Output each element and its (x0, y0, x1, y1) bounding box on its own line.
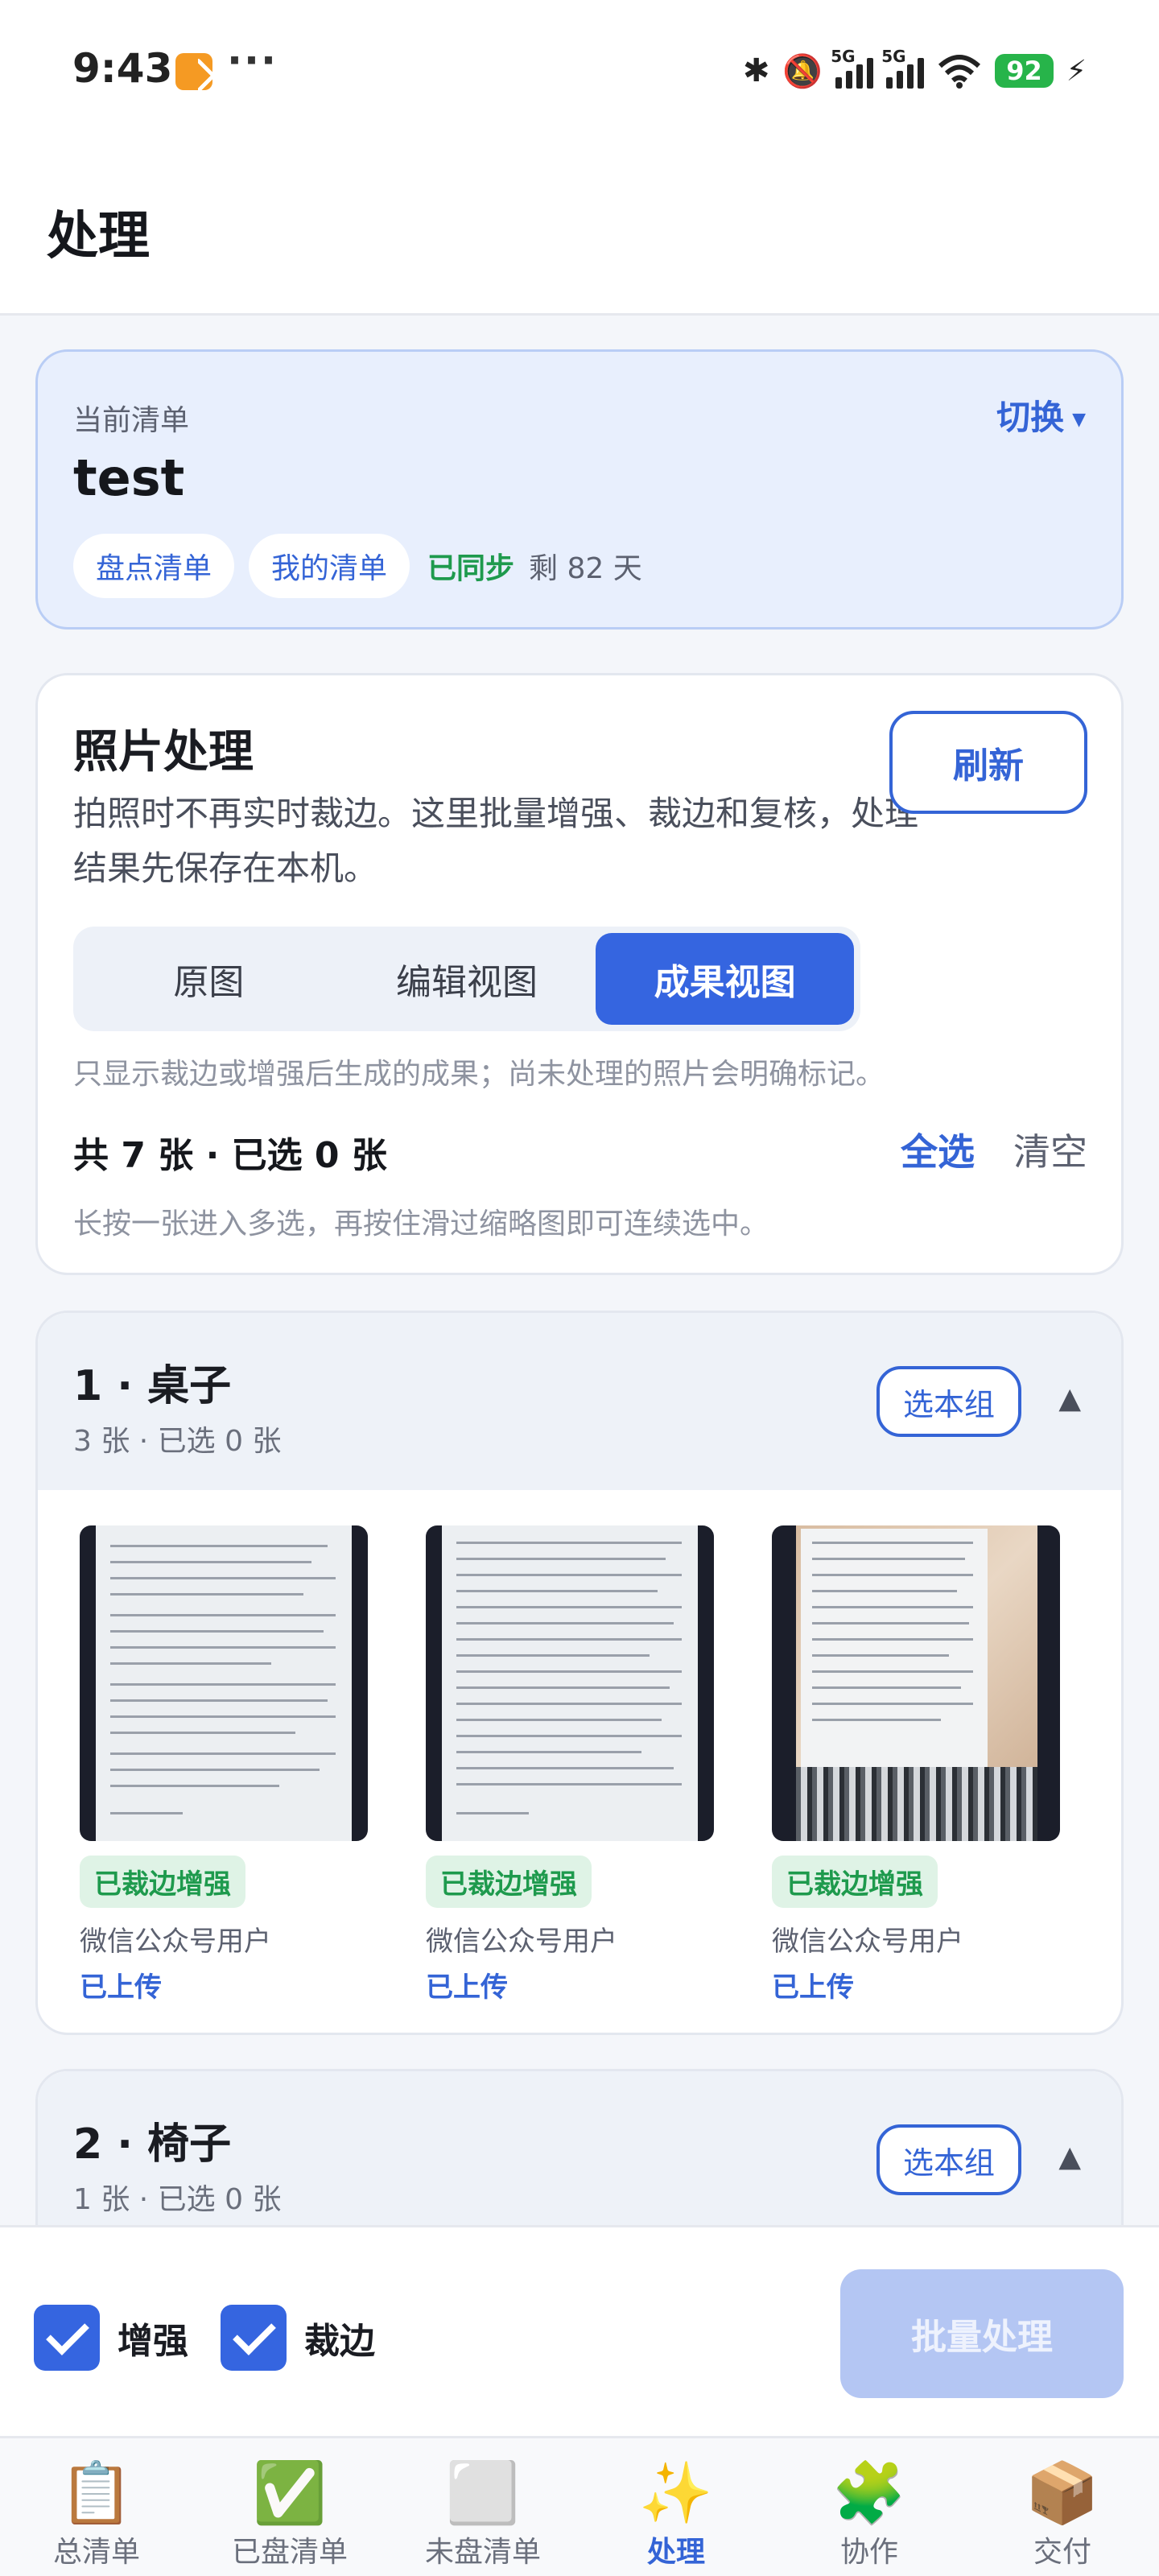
group-header[interactable]: 1 · 桌子 3 张 · 已选 0 张 选本组 ▲ (38, 1313, 1121, 1490)
uploader-name: 微信公众号用户 (426, 1926, 617, 1958)
select-all-button[interactable]: 全选 (901, 1123, 975, 1176)
thumbnail-grid: 已裁边增强 微信公众号用户 已上传 已裁边增强 微信公众号用户 已上传 已裁边增… (80, 1525, 1060, 2004)
status-time: 9:43 (72, 45, 173, 92)
batch-action-bar: 增强 裁边 批量处理 (0, 2225, 1159, 2436)
more-notifications-icon: ··· (227, 37, 278, 84)
tab-edit-view[interactable]: 编辑视图 (338, 933, 596, 1025)
tab-counted-list[interactable]: ✅ 已盘清单 (193, 2438, 386, 2576)
sparkles-icon: ✨ (638, 2458, 714, 2528)
tab-process[interactable]: ✨ 处理 (580, 2438, 773, 2576)
app-notification-icon (175, 53, 212, 90)
select-group-button[interactable]: 选本组 (876, 1366, 1021, 1437)
uploader-name: 微信公众号用户 (80, 1926, 271, 1958)
current-list-label: 当前清单 (73, 404, 190, 437)
group-subtitle: 1 张 · 已选 0 张 (73, 2183, 282, 2216)
signal-icon-2: 5G (881, 47, 925, 89)
clipboard-icon: 📋 (59, 2458, 134, 2528)
tab-collaborate[interactable]: 🧩 协作 (773, 2438, 966, 2576)
tag-my-list: 我的清单 (249, 534, 410, 598)
status-icons: ✱ 🔕 5G 5G 92 ⚡ (743, 47, 1087, 95)
group-title: 2 · 椅子 (73, 2120, 232, 2169)
upload-status: 已上传 (772, 1971, 854, 2004)
processed-badge: 已裁边增强 (772, 1856, 938, 1908)
puzzle-icon: 🧩 (831, 2458, 907, 2528)
wifi-icon (938, 55, 981, 89)
tab-deliver[interactable]: 📦 交付 (966, 2438, 1159, 2576)
switch-list-button[interactable]: 切换 ▼ (996, 390, 1086, 440)
enhance-checkbox[interactable]: 增强 (34, 2305, 188, 2371)
section-description: 拍照时不再实时裁边。这里批量增强、裁边和复核，处理结果先保存在本机。 (73, 794, 919, 888)
photo-item[interactable]: 已裁边增强 微信公众号用户 已上传 (772, 1525, 1060, 2004)
upload-status: 已上传 (426, 1971, 508, 2004)
section-title: 照片处理 (73, 726, 254, 778)
view-switcher: 原图 编辑视图 成果视图 (73, 927, 860, 1031)
processed-badge: 已裁边增强 (426, 1856, 592, 1908)
caret-down-icon: ▼ (1072, 410, 1086, 430)
photo-thumbnail[interactable] (80, 1525, 368, 1841)
check-mark-icon: ✅ (252, 2458, 328, 2528)
list-tags: 盘点清单 我的清单 已同步 剩 82 天 (73, 534, 642, 598)
status-bar: 9:43 ··· ✱ 🔕 5G 5G 92 ⚡ (0, 0, 1159, 145)
battery-indicator: 92 (995, 54, 1054, 88)
checkbox-checked-icon[interactable] (34, 2305, 100, 2371)
photo-thumbnail[interactable] (426, 1525, 714, 1841)
photo-group-1: 1 · 桌子 3 张 · 已选 0 张 选本组 ▲ 已裁边增强 微信公众号用户 … (35, 1311, 1124, 2035)
current-list-card: 当前清单 切换 ▼ test 盘点清单 我的清单 已同步 剩 82 天 (35, 349, 1124, 630)
bottom-tab-bar: 📋 总清单 ✅ 已盘清单 ⬜ 未盘清单 ✨ 处理 🧩 协作 📦 交付 (0, 2436, 1159, 2576)
view-hint: 只显示裁边或增强后生成的成果；尚未处理的照片会明确标记。 (73, 1058, 885, 1091)
mute-bell-icon: 🔕 (782, 52, 823, 90)
enhance-label: 增强 (118, 2321, 188, 2362)
processed-badge: 已裁边增强 (80, 1856, 245, 1908)
photo-item[interactable]: 已裁边增强 微信公众号用户 已上传 (426, 1525, 714, 2004)
tab-original-view[interactable]: 原图 (80, 933, 338, 1025)
photo-item[interactable]: 已裁边增强 微信公众号用户 已上传 (80, 1525, 368, 2004)
collapse-caret-icon[interactable]: ▲ (1058, 2140, 1081, 2174)
selection-count: 共 7 张 · 已选 0 张 (73, 1135, 387, 1176)
tab-uncounted-list[interactable]: ⬜ 未盘清单 (386, 2438, 580, 2576)
tab-all-list[interactable]: 📋 总清单 (0, 2438, 193, 2576)
checkbox-checked-icon[interactable] (221, 2305, 287, 2371)
refresh-button[interactable]: 刷新 (889, 711, 1087, 814)
empty-square-icon: ⬜ (445, 2458, 521, 2528)
bluetooth-icon: ✱ (742, 52, 770, 89)
upload-status: 已上传 (80, 1971, 162, 2004)
signal-icon: 5G (831, 47, 874, 89)
clear-selection-button[interactable]: 清空 (1013, 1123, 1087, 1176)
sync-status: 已同步 (427, 552, 515, 585)
tag-inventory-list: 盘点清单 (73, 534, 235, 598)
crop-label: 裁边 (304, 2321, 375, 2362)
photo-processing-card: 照片处理 拍照时不再实时裁边。这里批量增强、裁边和复核，处理结果先保存在本机。 … (35, 673, 1124, 1275)
group-header[interactable]: 2 · 椅子 1 张 · 已选 0 张 选本组 ▲ (38, 2071, 1121, 2248)
batch-process-button[interactable]: 批量处理 (840, 2269, 1124, 2398)
group-title: 1 · 桌子 (73, 1362, 232, 1410)
package-icon: 📦 (1025, 2458, 1100, 2528)
current-list-name: test (73, 448, 185, 507)
charging-icon: ⚡ (1066, 54, 1087, 88)
photo-thumbnail[interactable] (772, 1525, 1060, 1841)
group-subtitle: 3 张 · 已选 0 张 (73, 1425, 282, 1458)
select-group-button[interactable]: 选本组 (876, 2124, 1021, 2195)
tab-result-view[interactable]: 成果视图 (596, 933, 855, 1025)
uploader-name: 微信公众号用户 (772, 1926, 963, 1958)
multiselect-hint: 长按一张进入多选，再按住滑过缩略图即可连续选中。 (73, 1208, 769, 1241)
crop-checkbox[interactable]: 裁边 (221, 2305, 375, 2371)
page-title: 处理 (47, 207, 150, 266)
collapse-caret-icon[interactable]: ▲ (1058, 1382, 1081, 1415)
days-remaining: 剩 82 天 (529, 552, 642, 585)
app-header: 处理 (0, 145, 1159, 316)
